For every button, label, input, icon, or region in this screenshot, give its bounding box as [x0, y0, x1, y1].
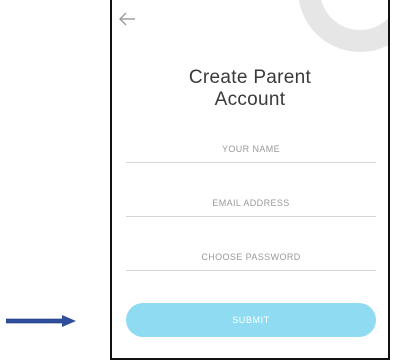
- page-title: Create Parent Account: [112, 67, 388, 111]
- phone-screen: Create Parent Account SUBMIT: [110, 0, 390, 360]
- name-input[interactable]: [126, 138, 376, 160]
- email-field: [126, 192, 376, 217]
- name-field: [126, 138, 376, 163]
- password-field: [126, 246, 376, 271]
- screenshot-canvas: Create Parent Account SUBMIT: [0, 0, 396, 364]
- decorative-ring: [298, 0, 388, 52]
- password-input[interactable]: [126, 246, 376, 268]
- email-input[interactable]: [126, 192, 376, 214]
- submit-button[interactable]: SUBMIT: [126, 303, 376, 337]
- back-arrow-icon[interactable]: [118, 10, 138, 28]
- page-title-line-2: Account: [214, 89, 286, 110]
- annotation-arrow-icon: [6, 314, 76, 328]
- page-title-line-1: Create Parent: [188, 67, 312, 88]
